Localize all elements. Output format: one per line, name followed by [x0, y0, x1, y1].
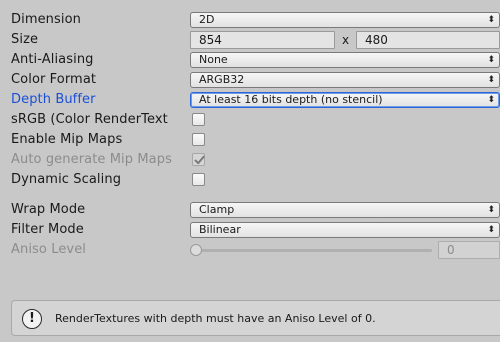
dynamic-scaling-label: Dynamic Scaling [11, 172, 122, 187]
aniso-level-slider-track [196, 249, 432, 252]
depth-buffer-dropdown[interactable]: At least 16 bits depth (no stencil) ⬍ [190, 92, 500, 108]
dropdown-arrows-icon: ⬍ [487, 225, 495, 235]
checkmark-icon [194, 155, 205, 165]
dynamic-scaling-row: Dynamic Scaling [0, 170, 500, 190]
color-format-row: Color Format ARGB32 ⬍ [0, 70, 500, 90]
anti-aliasing-label: Anti-Aliasing [11, 52, 94, 67]
aniso-level-row: Aniso Level 0 [0, 240, 500, 260]
srgb-row: sRGB (Color RenderText [0, 110, 500, 130]
color-format-dropdown[interactable]: ARGB32 ⬍ [190, 72, 500, 88]
aniso-level-slider-thumb [190, 244, 202, 256]
wrap-mode-dropdown[interactable]: Clamp ⬍ [190, 202, 500, 218]
help-message: RenderTextures with depth must have an A… [55, 312, 376, 325]
dropdown-arrows-icon: ⬍ [487, 15, 495, 25]
depth-buffer-label: Depth Buffer [11, 92, 96, 107]
color-format-label: Color Format [11, 72, 97, 87]
aniso-level-field: 0 [438, 241, 500, 259]
depth-buffer-value: At least 16 bits depth (no stencil) [199, 93, 383, 106]
help-box: ! RenderTextures with depth must have an… [11, 300, 500, 336]
aniso-level-label: Aniso Level [11, 242, 87, 257]
dimension-row: Dimension 2D ⬍ [0, 10, 500, 30]
size-width-value: 854 [199, 33, 222, 47]
dynamic-scaling-checkbox[interactable] [192, 173, 205, 186]
anti-aliasing-value: None [199, 53, 228, 66]
size-height-value: 480 [365, 33, 388, 47]
srgb-label: sRGB (Color RenderText [11, 112, 168, 127]
auto-generate-mip-maps-checkbox [192, 153, 205, 166]
wrap-mode-value: Clamp [199, 203, 235, 216]
filter-mode-row: Filter Mode Bilinear ⬍ [0, 220, 500, 240]
aniso-level-value: 0 [447, 243, 455, 257]
auto-generate-mip-maps-row: Auto generate Mip Maps [0, 150, 500, 170]
dropdown-arrows-icon: ⬍ [487, 95, 495, 105]
size-separator: x [342, 33, 350, 47]
dropdown-arrows-icon: ⬍ [487, 205, 495, 215]
dimension-dropdown[interactable]: 2D ⬍ [190, 12, 500, 28]
size-height-field[interactable]: 480 [356, 31, 500, 49]
wrap-mode-row: Wrap Mode Clamp ⬍ [0, 200, 500, 220]
filter-mode-value: Bilinear [199, 223, 241, 236]
dimension-value: 2D [199, 13, 215, 26]
info-icon: ! [22, 309, 42, 329]
size-label: Size [11, 32, 39, 47]
depth-buffer-row: Depth Buffer At least 16 bits depth (no … [0, 90, 500, 110]
color-format-value: ARGB32 [199, 73, 245, 86]
wrap-mode-label: Wrap Mode [11, 202, 86, 217]
enable-mip-maps-checkbox[interactable] [192, 133, 205, 146]
filter-mode-dropdown[interactable]: Bilinear ⬍ [190, 222, 500, 238]
size-row: Size 854 x 480 [0, 30, 500, 50]
dropdown-arrows-icon: ⬍ [487, 55, 495, 65]
size-width-field[interactable]: 854 [190, 31, 335, 49]
anti-aliasing-row: Anti-Aliasing None ⬍ [0, 50, 500, 70]
enable-mip-maps-label: Enable Mip Maps [11, 132, 123, 147]
srgb-checkbox[interactable] [192, 113, 205, 126]
filter-mode-label: Filter Mode [11, 222, 84, 237]
auto-generate-mip-maps-label: Auto generate Mip Maps [11, 152, 172, 167]
dropdown-arrows-icon: ⬍ [487, 75, 495, 85]
dimension-label: Dimension [11, 12, 82, 27]
enable-mip-maps-row: Enable Mip Maps [0, 130, 500, 150]
anti-aliasing-dropdown[interactable]: None ⬍ [190, 52, 500, 68]
